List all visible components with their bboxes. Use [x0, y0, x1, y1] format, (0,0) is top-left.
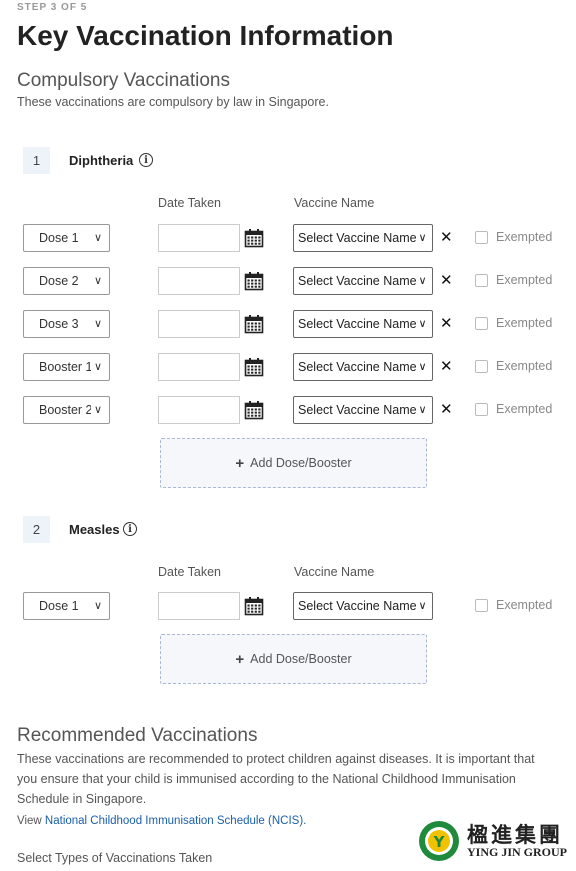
ying-jin-group-watermark: Y 楹進集團 YING JIN GROUP: [415, 818, 575, 864]
exempted-checkbox[interactable]: [475, 231, 488, 244]
vaccine-name-select[interactable]: Select Vaccine Name ∨: [293, 224, 433, 252]
vaccine-name-column-label: Vaccine Name: [294, 565, 375, 579]
exempted-checkbox[interactable]: [475, 360, 488, 373]
exempted-checkbox[interactable]: [475, 317, 488, 330]
date-taken-input[interactable]: [158, 224, 240, 252]
chevron-down-icon: ∨: [91, 268, 105, 294]
chevron-down-icon: ∨: [416, 354, 429, 380]
calendar-icon[interactable]: [244, 357, 264, 377]
dose-select[interactable]: Dose 2 ∨: [23, 267, 110, 295]
vaccine-name-select-value: Select Vaccine Name: [298, 599, 417, 613]
remove-dose-icon[interactable]: ✕: [440, 273, 453, 289]
ncis-link[interactable]: National Childhood Immunisation Schedule…: [45, 815, 306, 827]
remove-dose-icon[interactable]: ✕: [440, 402, 453, 418]
logo-english-text: YING JIN GROUP: [467, 845, 568, 859]
exempted-label: Exempted: [496, 402, 553, 416]
plus-icon: +: [235, 454, 245, 472]
vaccine-name-select-value: Select Vaccine Name: [298, 317, 417, 331]
vaccine-name-select-value: Select Vaccine Name: [298, 274, 417, 288]
info-icon[interactable]: i: [123, 522, 137, 536]
ncis-link-line: View National Childhood Immunisation Sch…: [17, 815, 306, 827]
calendar-icon[interactable]: [244, 400, 264, 420]
chevron-down-icon: ∨: [91, 397, 105, 423]
chevron-down-icon: ∨: [416, 311, 429, 337]
dose-select-value: Dose 1: [39, 231, 79, 245]
calendar-icon[interactable]: [244, 596, 264, 616]
vaccine-name-select[interactable]: Select Vaccine Name ∨: [293, 267, 433, 295]
date-taken-column-label: Date Taken: [158, 196, 222, 210]
dose-select[interactable]: Dose 1 ∨: [23, 592, 110, 620]
dose-select-value: Dose 3: [39, 317, 79, 331]
exempted-checkbox[interactable]: [475, 274, 488, 287]
info-icon[interactable]: i: [139, 153, 153, 167]
vaccine-name-select[interactable]: Select Vaccine Name ∨: [293, 310, 433, 338]
exempted-label: Exempted: [496, 273, 553, 287]
date-taken-input[interactable]: [158, 396, 240, 424]
date-taken-column-label: Date Taken: [158, 565, 222, 579]
add-dose-booster-label: Add Dose/Booster: [250, 652, 352, 666]
calendar-icon[interactable]: [244, 228, 264, 248]
exempted-checkbox[interactable]: [475, 403, 488, 416]
exempted-label: Exempted: [496, 359, 553, 373]
vaccine-number-badge: 2: [23, 516, 50, 543]
vaccine-name-select[interactable]: Select Vaccine Name ∨: [293, 353, 433, 381]
dose-select[interactable]: Dose 1 ∨: [23, 224, 110, 252]
chevron-down-icon: ∨: [416, 397, 429, 423]
chevron-down-icon: ∨: [416, 225, 429, 251]
dose-select-value: Booster 2: [39, 403, 93, 417]
chevron-down-icon: ∨: [91, 311, 105, 337]
exempted-label: Exempted: [496, 598, 553, 612]
step-label: STEP 3 OF 5: [17, 2, 88, 13]
chevron-down-icon: ∨: [416, 593, 429, 619]
chevron-down-icon: ∨: [91, 225, 105, 251]
add-dose-booster-label: Add Dose/Booster: [250, 456, 352, 470]
ncis-link-prefix: View: [17, 815, 45, 827]
page-title: Key Vaccination Information: [17, 20, 394, 51]
dose-select[interactable]: Dose 3 ∨: [23, 310, 110, 338]
dose-select-value: Booster 1: [39, 360, 93, 374]
vaccine-name-select-value: Select Vaccine Name: [298, 360, 417, 374]
chevron-down-icon: ∨: [91, 593, 105, 619]
vaccine-name-column-label: Vaccine Name: [294, 196, 375, 210]
compulsory-section-title: Compulsory Vaccinations: [17, 70, 230, 91]
chevron-down-icon: ∨: [416, 268, 429, 294]
recommended-section-description: These vaccinations are recommended to pr…: [17, 752, 535, 806]
add-dose-booster-button[interactable]: + Add Dose/Booster: [160, 438, 427, 488]
remove-dose-icon[interactable]: ✕: [440, 359, 453, 375]
dose-select-value: Dose 1: [39, 599, 79, 613]
dose-select[interactable]: Booster 1 ∨: [23, 353, 110, 381]
remove-dose-icon[interactable]: ✕: [440, 230, 453, 246]
exempted-label: Exempted: [496, 230, 553, 244]
remove-dose-icon[interactable]: ✕: [440, 316, 453, 332]
compulsory-section-description: These vaccinations are compulsory by law…: [17, 95, 329, 109]
vaccine-name-select-value: Select Vaccine Name: [298, 231, 417, 245]
date-taken-input[interactable]: [158, 310, 240, 338]
plus-icon: +: [235, 650, 245, 668]
dose-select[interactable]: Booster 2 ∨: [23, 396, 110, 424]
svg-text:Y: Y: [433, 833, 446, 851]
dose-select-value: Dose 2: [39, 274, 79, 288]
date-taken-input[interactable]: [158, 353, 240, 381]
calendar-icon[interactable]: [244, 314, 264, 334]
vaccine-name-heading: Measles: [69, 522, 120, 537]
vaccine-number-badge: 1: [23, 147, 50, 174]
vaccine-name-select[interactable]: Select Vaccine Name ∨: [293, 396, 433, 424]
exempted-checkbox[interactable]: [475, 599, 488, 612]
vaccine-name-select-value: Select Vaccine Name: [298, 403, 417, 417]
chevron-down-icon: ∨: [91, 354, 105, 380]
vaccine-name-select[interactable]: Select Vaccine Name ∨: [293, 592, 433, 620]
add-dose-booster-button[interactable]: + Add Dose/Booster: [160, 634, 427, 684]
exempted-label: Exempted: [496, 316, 553, 330]
ying-jin-logo-icon: Y: [419, 821, 459, 861]
calendar-icon[interactable]: [244, 271, 264, 291]
vaccine-name-heading: Diphtheria: [69, 153, 134, 168]
date-taken-input[interactable]: [158, 592, 240, 620]
recommended-section-title: Recommended Vaccinations: [17, 725, 258, 746]
date-taken-input[interactable]: [158, 267, 240, 295]
vaccination-types-label: Select Types of Vaccinations Taken: [17, 851, 213, 865]
